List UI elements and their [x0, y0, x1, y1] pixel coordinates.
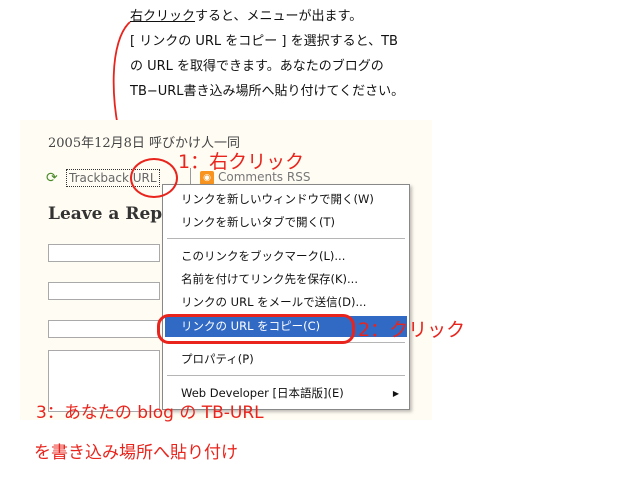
menu-item-open-new-window[interactable]: リンクを新しいウィンドウで開く(W) — [165, 189, 407, 210]
submenu-arrow-icon: ▶ — [392, 389, 399, 398]
step1-annotation: 1：右クリック — [178, 151, 305, 173]
leave-reply-heading: Leave a Rep — [48, 204, 163, 224]
name-input[interactable] — [48, 244, 160, 262]
step3-annotation-line2: を書き込み場所へ貼り付け — [34, 443, 238, 463]
website-input[interactable] — [48, 320, 160, 338]
menu-separator — [167, 238, 405, 239]
step2-annotation: 2：クリック — [358, 319, 466, 341]
context-menu: リンクを新しいウィンドウで開く(W) リンクを新しいタブで開く(T) このリンク… — [162, 184, 410, 410]
menu-item-bookmark-link[interactable]: このリンクをブックマーク(L)... — [165, 246, 407, 267]
menu-item-open-new-tab[interactable]: リンクを新しいタブで開く(T) — [165, 212, 407, 233]
step1-highlight-circle — [130, 158, 178, 198]
menu-separator — [167, 375, 405, 376]
step3-annotation-line1: 3：あなたの blog の TB-URL — [36, 403, 264, 423]
step2-highlight-ring — [157, 314, 355, 344]
trackback-icon: ⟳ — [46, 170, 58, 186]
menu-item-save-link-as[interactable]: 名前を付けてリンク先を保存(K)... — [165, 269, 407, 290]
email-input[interactable] — [48, 282, 160, 300]
menu-item-properties[interactable]: プロパティ(P) — [165, 349, 407, 370]
menu-item-send-link[interactable]: リンクの URL をメールで送信(D)... — [165, 292, 407, 313]
